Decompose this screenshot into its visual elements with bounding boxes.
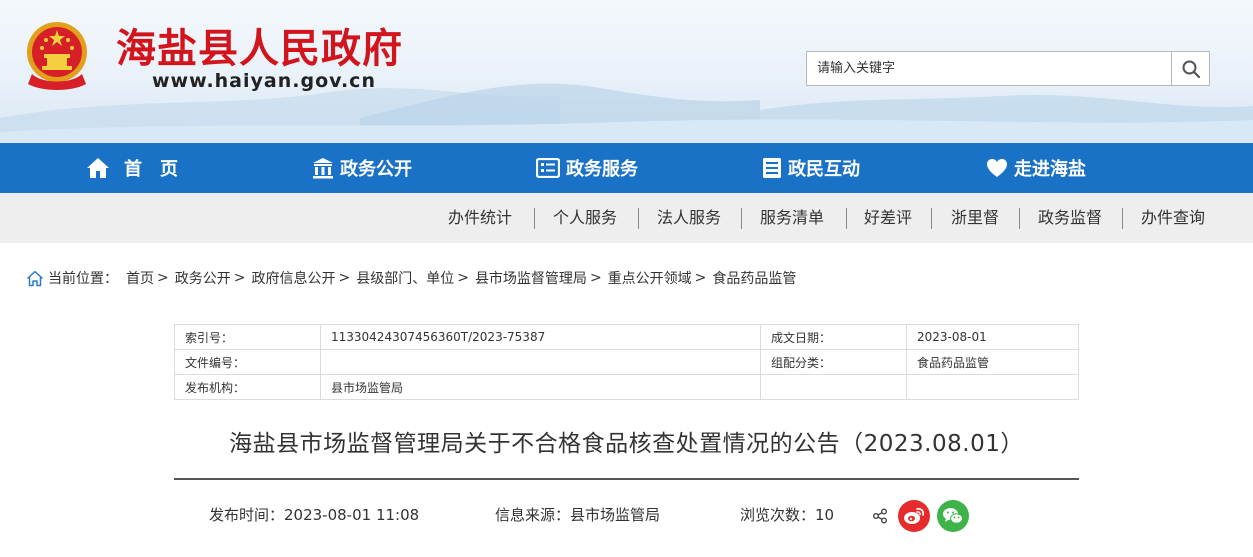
subnav-divider: [931, 208, 932, 229]
nav-government-services[interactable]: 政务服务: [536, 143, 638, 193]
home-outline-icon: [26, 270, 44, 286]
subnav-divider: [1019, 208, 1020, 229]
breadcrumb-item[interactable]: 政府信息公开: [251, 268, 335, 288]
publisher-label: 发布机构：: [174, 374, 321, 400]
interaction-document-icon: [763, 158, 781, 178]
breadcrumb-item[interactable]: 重点公开领域: [608, 268, 692, 288]
subnav-service-list[interactable]: 服务清单: [760, 193, 824, 243]
subnav-divider: [1122, 208, 1123, 229]
subnav-zhelidu[interactable]: 浙里督: [951, 193, 999, 243]
category-value: 食品药品监管: [906, 349, 1079, 375]
date-value: 2023-08-01: [906, 324, 1079, 350]
subnav-personal-service[interactable]: 个人服务: [553, 193, 617, 243]
home-icon: [87, 158, 109, 178]
government-building-icon: [313, 158, 333, 179]
category-label: 组配分类：: [760, 349, 907, 375]
breadcrumb-arrow: >: [233, 270, 246, 286]
index-label: 索引号：: [174, 324, 321, 350]
breadcrumb-arrow: >: [157, 270, 169, 286]
breadcrumb: 当前位置： 首页 > 政务公开 > 政府信息公开 > 县级部门、单位 > 县市场监督管理…: [26, 268, 796, 288]
table-row: 索引号： 11330424307456360T/2023-75387 成文日期：…: [174, 324, 1079, 350]
subnav-divider: [534, 208, 535, 229]
weibo-icon: [904, 508, 924, 524]
national-emblem-icon: [27, 22, 87, 90]
sub-nav: 办件统计 个人服务 法人服务 服务清单 好差评 浙里督 政务监督 办件查询: [0, 193, 1253, 243]
nav-government-affairs-label: 政务公开: [340, 159, 412, 180]
share-icon[interactable]: [872, 508, 888, 524]
subnav-divider: [741, 208, 742, 229]
document-meta-table: 索引号： 11330424307456360T/2023-75387 成文日期：…: [174, 324, 1079, 400]
subnav-corporate-service[interactable]: 法人服务: [657, 193, 721, 243]
subnav-divider: [638, 208, 639, 229]
breadcrumb-item[interactable]: 县市场监督管理局: [475, 268, 587, 288]
nav-interaction-label: 政民互动: [788, 159, 860, 180]
title-divider: [174, 478, 1079, 480]
nav-government-affairs[interactable]: 政务公开: [312, 143, 412, 193]
index-value: 11330424307456360T/2023-75387: [320, 324, 761, 350]
nav-government-services-label: 政务服务: [566, 159, 638, 180]
docno-value: [320, 349, 761, 375]
publisher-value: 县市场监管局: [320, 374, 761, 400]
breadcrumb-arrow: >: [457, 270, 469, 286]
nav-home[interactable]: 首 页: [86, 143, 178, 193]
breadcrumb-item[interactable]: 食品药品监管: [712, 268, 796, 288]
view-count: 浏览次数：10: [740, 506, 835, 524]
search-icon: [1182, 60, 1200, 78]
breadcrumb-arrow: >: [338, 270, 351, 286]
docno-label: 文件编号：: [174, 349, 321, 375]
search-button[interactable]: [1171, 51, 1210, 86]
nav-home-label: 首 页: [124, 159, 178, 180]
breadcrumb-arrow: >: [694, 270, 707, 286]
service-list-icon: [536, 158, 560, 178]
nav-about-haiyan-label: 走进海盐: [1014, 159, 1086, 180]
nav-about-haiyan[interactable]: 走进海盐: [986, 143, 1086, 193]
wechat-icon: [943, 508, 963, 524]
site-url: www.haiyan.gov.cn: [152, 70, 376, 92]
search-input[interactable]: [806, 51, 1172, 86]
breadcrumb-item[interactable]: 政务公开: [175, 268, 231, 288]
breadcrumb-label: 当前位置：: [48, 271, 118, 287]
breadcrumb-item[interactable]: 首页: [126, 268, 154, 288]
table-row: 文件编号： 组配分类： 食品药品监管: [174, 349, 1079, 375]
subnav-supervision[interactable]: 政务监督: [1038, 193, 1102, 243]
subnav-rating[interactable]: 好差评: [864, 193, 912, 243]
breadcrumb-item[interactable]: 县级部门、单位: [356, 268, 454, 288]
empty-cell: [906, 374, 1079, 400]
header-banner: 海盐县人民政府 www.haiyan.gov.cn: [0, 0, 1253, 143]
main-nav: 首 页 政务公开 政务服务 政民互动 走进海盐: [0, 143, 1253, 193]
heart-icon: [987, 159, 1007, 177]
breadcrumb-arrow: >: [589, 270, 602, 286]
date-label: 成文日期：: [760, 324, 907, 350]
info-source: 信息来源：县市场监管局: [495, 506, 661, 524]
nav-interaction[interactable]: 政民互动: [762, 143, 860, 193]
subnav-statistics[interactable]: 办件统计: [448, 193, 512, 243]
site-title[interactable]: 海盐县人民政府: [116, 16, 403, 74]
subnav-query[interactable]: 办件查询: [1141, 193, 1205, 243]
weibo-share-button[interactable]: [898, 500, 930, 532]
article-title: 海盐县市场监督管理局关于不合格食品核查处置情况的公告（2023.08.01）: [229, 431, 1024, 457]
publish-time: 发布时间：2023-08-01 11:08: [209, 506, 420, 524]
table-row: 发布机构： 县市场监管局: [174, 374, 1079, 400]
subnav-divider: [846, 208, 847, 229]
empty-cell: [760, 374, 907, 400]
wechat-share-button[interactable]: [937, 500, 969, 532]
